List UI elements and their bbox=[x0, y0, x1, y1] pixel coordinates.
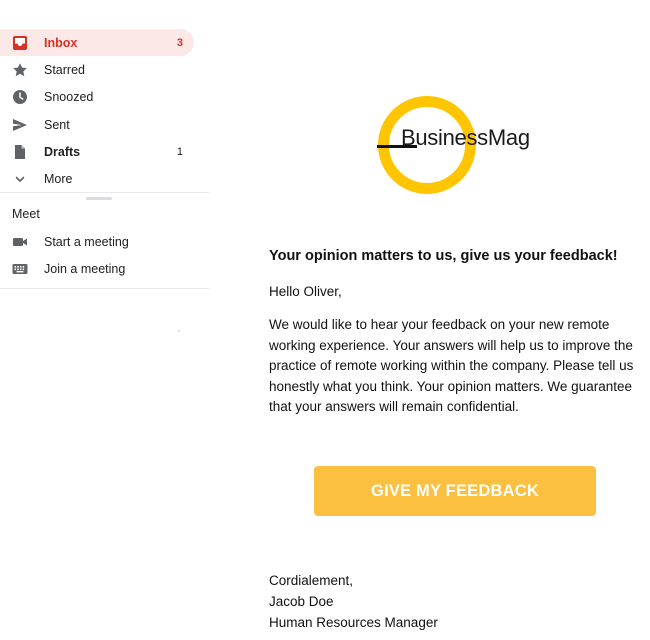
businessmag-logo: BusinessMag bbox=[373, 95, 533, 195]
meet-heading: Meet bbox=[12, 207, 40, 221]
sidebar-item-join-meeting[interactable]: Join a meeting bbox=[0, 255, 194, 282]
sidebar-item-label: Inbox bbox=[44, 35, 78, 50]
resize-handle[interactable] bbox=[86, 197, 112, 200]
sidebar-divider bbox=[0, 192, 210, 193]
email-greeting: Hello Oliver, bbox=[269, 284, 342, 299]
meet-list: Start a meeting Join a meeting bbox=[0, 228, 194, 283]
sidebar-item-inbox[interactable]: Inbox 3 bbox=[0, 29, 194, 57]
signature-closing: Cordialement, bbox=[269, 573, 354, 588]
keyboard-icon bbox=[11, 260, 29, 278]
sidebar-nav: Inbox 3 Starred Snoozed Sent Drafts 1 Mo… bbox=[0, 29, 194, 193]
sidebar-item-label: Snoozed bbox=[44, 90, 94, 105]
chevron-down-icon bbox=[11, 170, 29, 188]
inbox-icon bbox=[11, 34, 29, 52]
send-icon bbox=[11, 116, 29, 134]
email-signature: Cordialement, Jacob Doe Human Resources … bbox=[269, 570, 438, 633]
sidebar-item-sent[interactable]: Sent bbox=[0, 111, 194, 138]
signature-name: Jacob Doe bbox=[269, 594, 334, 609]
email-paragraph: We would like to hear your feedback on y… bbox=[269, 317, 634, 414]
logo-wordmark: BusinessMag bbox=[401, 125, 530, 150]
sidebar: Inbox 3 Starred Snoozed Sent Drafts 1 Mo… bbox=[0, 0, 210, 640]
give-feedback-button[interactable]: GIVE MY FEEDBACK bbox=[314, 466, 596, 516]
item-count: 1 bbox=[176, 145, 183, 158]
unread-count: 3 bbox=[176, 36, 183, 49]
sidebar-item-label: Start a meeting bbox=[44, 234, 129, 249]
email-headline: Your opinion matters to us, give us your… bbox=[269, 248, 618, 264]
scroll-indicator bbox=[178, 330, 180, 332]
email-body: BusinessMag Your opinion matters to us, … bbox=[210, 0, 650, 640]
star-icon bbox=[11, 61, 29, 79]
sidebar-item-label: Join a meeting bbox=[44, 261, 126, 276]
sidebar-item-drafts[interactable]: Drafts 1 bbox=[0, 138, 194, 165]
sidebar-item-more[interactable]: More bbox=[0, 165, 194, 192]
sidebar-divider bbox=[0, 288, 210, 289]
clock-icon bbox=[11, 88, 29, 106]
sidebar-item-start-meeting[interactable]: Start a meeting bbox=[0, 228, 194, 255]
sidebar-item-starred[interactable]: Starred bbox=[0, 56, 194, 83]
draft-icon bbox=[11, 143, 29, 161]
video-camera-icon bbox=[11, 233, 29, 251]
sidebar-item-label: Drafts bbox=[44, 144, 81, 159]
signature-title: Human Resources Manager bbox=[269, 615, 438, 630]
sidebar-item-snoozed[interactable]: Snoozed bbox=[0, 84, 194, 111]
sidebar-item-label: Sent bbox=[44, 117, 70, 132]
sidebar-item-label: More bbox=[44, 172, 73, 187]
mail-app: Inbox 3 Starred Snoozed Sent Drafts 1 Mo… bbox=[0, 0, 650, 640]
sidebar-item-label: Starred bbox=[44, 62, 85, 77]
